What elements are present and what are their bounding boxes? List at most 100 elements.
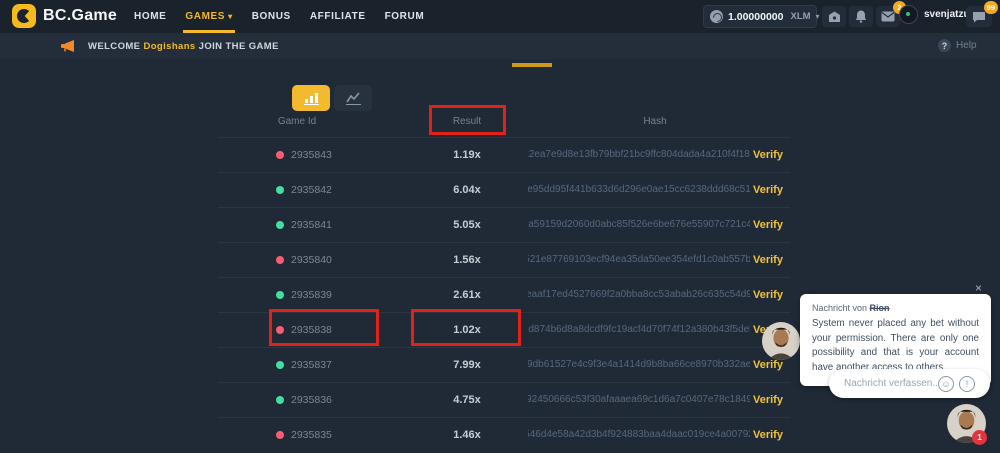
column-header-game-id: Game Id (247, 116, 347, 127)
game-id: 2935841 (291, 219, 332, 231)
hash-value: 8988392450666c53f30afaaaea69c1d6a7c0407e… (528, 382, 750, 417)
chat-sender-name: Rion (870, 303, 890, 313)
game-id: 2935842 (291, 184, 332, 196)
result-value: 1.02x (407, 312, 527, 347)
game-id: 2935843 (291, 149, 332, 161)
username: svenjatzu (924, 9, 970, 20)
status-dot (276, 151, 284, 159)
close-icon[interactable]: × (975, 281, 982, 295)
envelope-icon (881, 11, 895, 22)
balance-amount: 1.00000000 (728, 11, 783, 23)
result-value: 4.75x (407, 382, 527, 417)
info-icon[interactable]: ! (959, 376, 975, 392)
wallet-icon (828, 11, 841, 23)
result-value: 7.99x (407, 347, 527, 382)
question-mark-icon: ? (938, 39, 951, 52)
balance-selector[interactable]: 1.00000000 XLM ▾ (703, 5, 817, 28)
chat-badge: 99 (984, 1, 998, 14)
result-value: 1.46x (407, 417, 527, 452)
emoji-icon[interactable]: ☺ (938, 376, 954, 392)
brand[interactable]: BC.Game (12, 4, 117, 28)
bcgame-logo-icon (12, 4, 36, 28)
verify-link[interactable]: Verify (753, 417, 783, 452)
main-nav: HOME GAMES ▾ BONUS AFFILIATE FORUM (134, 0, 424, 33)
status-dot (276, 326, 284, 334)
chat-unread-badge: 1 (972, 430, 987, 445)
bar-chart-icon (304, 92, 319, 105)
bar-chart-view-button[interactable] (292, 85, 330, 111)
brand-name: BC.Game (43, 7, 117, 25)
verify-link[interactable]: Verify (753, 207, 783, 242)
top-navbar: BC.Game HOME GAMES ▾ BONUS AFFILIATE FOR… (0, 0, 1000, 33)
chat-sender-avatar (762, 322, 800, 360)
status-dot (276, 396, 284, 404)
trend-chart-icon (346, 92, 361, 105)
table-row: 2935837 7.99x 348bb9db61527e4c9f3e4a1414… (218, 347, 790, 382)
xlm-coin-icon (710, 10, 723, 23)
hash-value: 5183a2ea7e9d8e13fb79bbf21bc9ffc804dada4a… (528, 137, 750, 172)
result-value: 1.56x (407, 242, 527, 277)
status-dot (276, 431, 284, 439)
status-dot (276, 361, 284, 369)
history-view-toggle (292, 85, 372, 111)
game-id: 2935839 (291, 289, 332, 301)
game-id: 2935836 (291, 394, 332, 406)
active-tab-indicator (512, 63, 552, 67)
result-value: 6.04x (407, 172, 527, 207)
megaphone-icon (60, 40, 75, 52)
hash-value: 9e4d6546d4e58a42d3b4f924883baa4daac019ce… (528, 417, 750, 452)
avatar (899, 5, 918, 24)
result-value: 1.19x (407, 137, 527, 172)
chat-button[interactable]: 99 (966, 6, 992, 27)
nav-item-home[interactable]: HOME (134, 0, 166, 33)
table-row: 2935841 5.05x 6bffc2a59159d2060d0abc85f5… (218, 207, 790, 242)
bell-icon (855, 10, 867, 23)
chat-bubble-icon (972, 11, 986, 23)
mail-button[interactable]: 2 (876, 6, 900, 27)
hash-value: 743c2d874b6d8a8dcdf9fc19acf4d70f74f12a38… (528, 312, 750, 347)
chevron-down-icon: ▾ (816, 12, 820, 21)
help-link[interactable]: ? Help (938, 39, 977, 52)
game-id: 2935835 (291, 429, 332, 441)
status-dot (276, 221, 284, 229)
nav-item-forum[interactable]: FORUM (385, 0, 425, 33)
chat-input[interactable] (844, 378, 938, 389)
table-row: 2935840 1.56x ddd7f521e87769103ecf94ea35… (218, 242, 790, 277)
hash-value: 7028be95dd95f441b633d6d296e0ae15cc6238dd… (528, 172, 750, 207)
hash-value: 6bffc2a59159d2060d0abc85f526e6be676e5590… (528, 207, 750, 242)
table-row: 2935836 4.75x 8988392450666c53f30afaaaea… (218, 382, 790, 417)
verify-link[interactable]: Verify (753, 242, 783, 277)
verify-link[interactable]: Verify (753, 382, 783, 417)
table-row: 2935835 1.46x 9e4d6546d4e58a42d3b4f92488… (218, 417, 790, 452)
chevron-down-icon: ▾ (228, 12, 233, 21)
result-value: 5.05x (407, 207, 527, 242)
table-row: 2935839 2.61x a1bb0eaaf17ed4527669f2a0bb… (218, 277, 790, 312)
nav-item-affiliate[interactable]: AFFILIATE (310, 0, 366, 33)
chat-input-bar: ☺ ! (829, 369, 990, 398)
help-label: Help (956, 40, 977, 51)
nav-item-games[interactable]: GAMES ▾ (185, 0, 232, 33)
column-header-hash: Hash (555, 116, 755, 127)
result-value: 2.61x (407, 277, 527, 312)
hash-value: ddd7f521e87769103ecf94ea35da50ee354efd1c… (528, 242, 750, 277)
column-header-result: Result (407, 116, 527, 127)
game-id: 2935837 (291, 359, 332, 371)
notifications-button[interactable] (849, 6, 873, 27)
table-row: 2935838 1.02x 743c2d874b6d8a8dcdf9fc19ac… (218, 312, 790, 347)
verify-link[interactable]: Verify (753, 277, 783, 312)
verify-link[interactable]: Verify (753, 172, 783, 207)
hash-value: 348bb9db61527e4c9f3e4a1414d9b8ba66ce8970… (528, 347, 750, 382)
announcement-text: WELCOME Dogishans JOIN THE GAME (88, 41, 279, 52)
wallet-button[interactable] (822, 6, 846, 27)
chat-from-line: Nachricht von Rion (812, 303, 979, 313)
status-dot (276, 186, 284, 194)
table-row: 2935842 6.04x 7028be95dd95f441b633d6d296… (218, 172, 790, 207)
chat-message-text: System never placed any bet without your… (812, 317, 979, 376)
announcement-username: Dogishans (143, 41, 195, 52)
verify-link[interactable]: Verify (753, 137, 783, 172)
nav-item-bonus[interactable]: BONUS (252, 0, 291, 33)
game-id: 2935840 (291, 254, 332, 266)
status-dot (276, 256, 284, 264)
announcement-bar: WELCOME Dogishans JOIN THE GAME ? Help (0, 33, 1000, 59)
trend-view-button[interactable] (334, 85, 372, 111)
